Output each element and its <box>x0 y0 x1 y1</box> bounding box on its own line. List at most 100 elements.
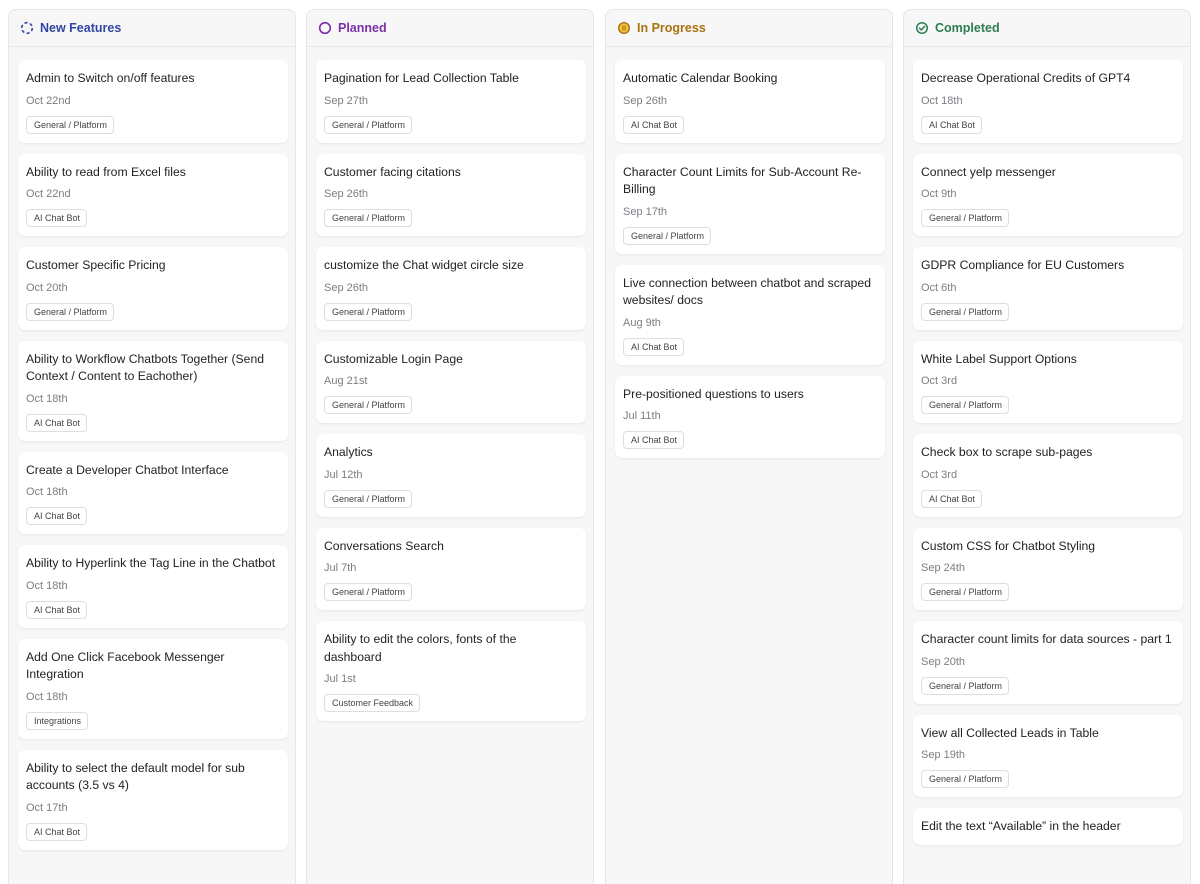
card-date: Oct 18th <box>26 486 68 498</box>
roadmap-board: New Features Admin to Switch on/off featu… <box>0 0 1200 884</box>
tag-ai-chat-bot[interactable]: AI Chat Bot <box>26 600 88 619</box>
card-date: Sep 19th <box>921 749 966 761</box>
card-title: Add One Click Facebook Messenger Integra… <box>26 649 225 682</box>
feature-card[interactable]: Check box to scrape sub-pages Oct 3rd AI C… <box>913 434 1183 517</box>
card-date: Jul 1st <box>324 673 356 685</box>
card-date: Aug 21st <box>324 375 368 387</box>
tag-general-platform[interactable]: General / Platform <box>324 115 413 134</box>
card-title: Pre-positioned questions to users <box>623 386 804 401</box>
feature-card[interactable]: Custom CSS for Chatbot Styling Sep 24th Ge… <box>913 527 1183 610</box>
card-list: Admin to Switch on/off features Oct 22nd G… <box>9 47 295 850</box>
card-date: Sep 26th <box>324 281 369 294</box>
tag-customer-feedback[interactable]: Customer Feedback <box>324 694 421 712</box>
tag-general-platform[interactable]: General / Platform <box>26 115 115 134</box>
feature-card[interactable]: Live connection between chatbot and scra… <box>615 264 885 365</box>
card-date: Oct 3rd <box>921 468 958 481</box>
feature-card[interactable]: Ability to Workflow Chatbots Together (S… <box>18 340 288 441</box>
card-title: Conversations Search <box>324 538 444 553</box>
card-date: Oct 18th <box>26 392 68 405</box>
tag-general-platform[interactable]: General / Platform <box>324 209 413 227</box>
feature-card[interactable]: Customer Specific Pricing Oct 20th General… <box>18 247 288 330</box>
card-date: Sep 26th <box>623 94 668 107</box>
tag-general-platform[interactable]: General / Platform <box>324 583 413 601</box>
tag-integrations[interactable]: Integrations <box>26 711 89 730</box>
tag-ai-chat-bot[interactable]: AI Chat Bot <box>623 115 685 134</box>
feature-card[interactable]: Analytics Jul 12th General / Platform <box>316 434 586 517</box>
feature-card[interactable]: Pagination for Lead Collection Table Sep … <box>316 60 586 143</box>
feature-card[interactable]: Ability to edit the colors, fonts of the… <box>316 621 586 721</box>
column-header: Completed <box>904 10 1190 47</box>
tag-general-platform[interactable]: General / Platform <box>921 209 1010 227</box>
column-title: New Features <box>40 21 122 35</box>
tag-ai-chat-bot[interactable]: AI Chat Bot <box>26 209 88 227</box>
feature-card[interactable]: Character count limits for data sources … <box>913 621 1183 704</box>
card-date: Sep 24th <box>921 562 966 574</box>
card-title: Character count limits for data sources … <box>921 632 1172 646</box>
tag-general-platform[interactable]: General / Platform <box>324 489 413 508</box>
tag-general-platform[interactable]: General / Platform <box>324 302 413 321</box>
card-date: Oct 22nd <box>26 188 71 200</box>
feature-card[interactable]: Pre-positioned questions to users Jul 11t… <box>615 375 885 458</box>
feature-card[interactable]: Add One Click Facebook Messenger Integra… <box>18 638 288 739</box>
loading-circle-icon <box>20 21 34 35</box>
tag-ai-chat-bot[interactable]: AI Chat Bot <box>26 413 88 432</box>
card-title: Ability to read from Excel files <box>26 164 186 179</box>
column-header: In Progress <box>606 10 892 47</box>
column-planned: Planned Pagination for Lead Collection Ta… <box>306 9 594 884</box>
tag-general-platform[interactable]: General / Platform <box>324 396 413 414</box>
tag-general-platform[interactable]: General / Platform <box>921 583 1010 601</box>
card-title: View all Collected Leads in Table <box>921 725 1099 740</box>
feature-card[interactable]: GDPR Compliance for EU Customers Oct 6th G… <box>913 247 1183 330</box>
feature-card[interactable]: Ability to Hyperlink the Tag Line in the… <box>18 545 288 628</box>
feature-card[interactable]: Connect yelp messenger Oct 9th General / P… <box>913 153 1183 236</box>
feature-card[interactable]: Conversations Search Jul 7th General / Pla… <box>316 527 586 610</box>
card-date: Oct 9th <box>921 188 957 200</box>
card-date: Oct 20th <box>26 281 68 294</box>
tag-ai-chat-bot[interactable]: AI Chat Bot <box>26 822 88 841</box>
tag-general-platform[interactable]: General / Platform <box>26 302 115 321</box>
tag-ai-chat-bot[interactable]: AI Chat Bot <box>26 507 88 525</box>
column-title: Completed <box>935 21 1000 35</box>
card-title: Custom CSS for Chatbot Styling <box>921 538 1096 553</box>
tag-ai-chat-bot[interactable]: AI Chat Bot <box>921 115 983 134</box>
column-in-progress: In Progress Automatic Calendar Booking Sep… <box>605 9 893 884</box>
card-date: Oct 17th <box>26 801 68 814</box>
card-title: Admin to Switch on/off features <box>26 71 195 85</box>
card-title: customize the Chat widget circle size <box>324 258 524 272</box>
card-title: GDPR Compliance for EU Customers <box>921 258 1125 272</box>
card-date: Oct 3rd <box>921 375 958 387</box>
tag-ai-chat-bot[interactable]: AI Chat Bot <box>623 337 685 356</box>
feature-card[interactable]: Ability to select the default model for … <box>18 749 288 850</box>
card-date: Jul 12th <box>324 468 363 481</box>
feature-card[interactable]: customize the Chat widget circle size Sep… <box>316 247 586 330</box>
feature-card[interactable]: Admin to Switch on/off features Oct 22nd G… <box>18 60 288 143</box>
card-title: Automatic Calendar Booking <box>623 71 778 85</box>
tag-general-platform[interactable]: General / Platform <box>921 302 1010 321</box>
feature-card[interactable]: Decrease Operational Credits of GPT4 Oct … <box>913 60 1183 143</box>
feature-card[interactable]: Character Count Limits for Sub-Account R… <box>615 153 885 254</box>
card-date: Sep 17th <box>623 205 668 218</box>
card-title: Decrease Operational Credits of GPT4 <box>921 71 1131 85</box>
feature-card[interactable]: View all Collected Leads in Table Sep 19t… <box>913 714 1183 797</box>
feature-card[interactable]: Ability to read from Excel files Oct 22nd… <box>18 153 288 236</box>
tag-general-platform[interactable]: General / Platform <box>623 226 712 245</box>
tag-ai-chat-bot[interactable]: AI Chat Bot <box>623 431 685 449</box>
column-header: New Features <box>9 10 295 47</box>
column-title: In Progress <box>637 21 706 35</box>
feature-card[interactable]: Automatic Calendar Booking Sep 26th AI Cha… <box>615 60 885 143</box>
tag-general-platform[interactable]: General / Platform <box>921 770 1010 788</box>
feature-card[interactable]: Customer facing citations Sep 26th General… <box>316 153 586 236</box>
tag-general-platform[interactable]: General / Platform <box>921 676 1010 695</box>
feature-card[interactable]: Create a Developer Chatbot Interface Oct … <box>18 451 288 534</box>
check-circle-icon <box>915 21 929 35</box>
card-title: Customizable Login Page <box>324 351 463 366</box>
feature-card[interactable]: Customizable Login Page Aug 21st General /… <box>316 340 586 423</box>
card-date: Oct 18th <box>26 690 68 703</box>
card-date: Oct 6th <box>921 281 957 294</box>
card-date: Sep 20th <box>921 655 966 668</box>
feature-card[interactable]: White Label Support Options Oct 3rd Genera… <box>913 340 1183 423</box>
tag-general-platform[interactable]: General / Platform <box>921 396 1010 414</box>
feature-card[interactable]: Edit the text “Available” in the header <box>913 808 1183 845</box>
tag-ai-chat-bot[interactable]: AI Chat Bot <box>921 489 983 508</box>
card-title: Check box to scrape sub-pages <box>921 445 1093 459</box>
